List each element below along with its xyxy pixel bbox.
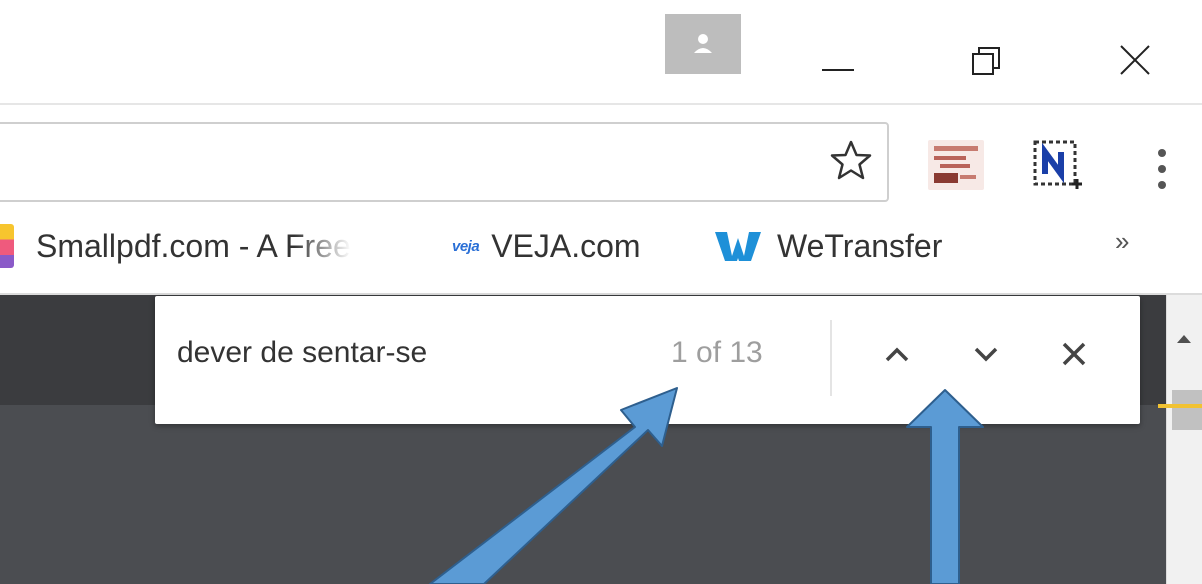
find-input[interactable]: dever de sentar-se — [177, 336, 427, 370]
clipper-n-icon — [1033, 140, 1082, 189]
find-close-button[interactable] — [1056, 336, 1092, 372]
bookmark-wetransfer[interactable]: WeTransfer — [715, 223, 942, 269]
person-icon — [694, 34, 712, 53]
close-icon — [1062, 342, 1086, 366]
address-bar[interactable] — [0, 122, 889, 202]
bookmarks-overflow-button[interactable]: » — [1115, 226, 1129, 257]
minimize-icon — [822, 69, 854, 71]
find-previous-button[interactable] — [879, 336, 915, 372]
find-match-marker — [1158, 404, 1202, 408]
find-bar: dever de sentar-se 1 of 13 — [155, 296, 1140, 424]
find-next-button[interactable] — [968, 336, 1004, 372]
vertical-dots-icon — [1158, 149, 1166, 189]
scroll-up-button[interactable] — [1176, 332, 1192, 350]
browser-menu-button[interactable] — [1150, 145, 1174, 195]
restore-button[interactable] — [955, 30, 1015, 90]
restore-icon — [972, 47, 1000, 75]
wetransfer-icon — [715, 232, 761, 261]
minimize-button[interactable] — [808, 30, 868, 90]
bookmark-label: WeTransfer — [777, 227, 943, 264]
find-match-count: 1 of 13 — [671, 336, 763, 369]
profile-button[interactable] — [665, 14, 741, 74]
close-icon — [1120, 45, 1150, 75]
bookmark-label: Smallpdf.com - A Free — [36, 227, 351, 264]
veja-icon: veja — [452, 237, 480, 255]
clipper-extension-button[interactable] — [1032, 138, 1084, 192]
newspaper-extension-icon — [934, 146, 978, 151]
scrollbar-thumb[interactable] — [1172, 390, 1202, 430]
bookmark-label: VEJA.com — [491, 227, 641, 264]
chevron-up-icon — [885, 347, 909, 362]
chevron-down-icon — [974, 347, 998, 362]
title-bar — [0, 0, 1202, 104]
find-divider — [830, 320, 832, 396]
star-icon — [830, 140, 872, 180]
bookmark-star-button[interactable] — [828, 138, 874, 184]
smallpdf-icon — [0, 224, 14, 268]
bookmark-smallpdf[interactable]: Smallpdf.com - A Free — [0, 223, 415, 269]
close-window-button[interactable] — [1105, 30, 1165, 90]
bookmark-veja[interactable]: veja VEJA.com — [452, 223, 641, 269]
triangle-up-icon — [1177, 335, 1191, 343]
newspaper-extension-button[interactable] — [928, 140, 984, 190]
